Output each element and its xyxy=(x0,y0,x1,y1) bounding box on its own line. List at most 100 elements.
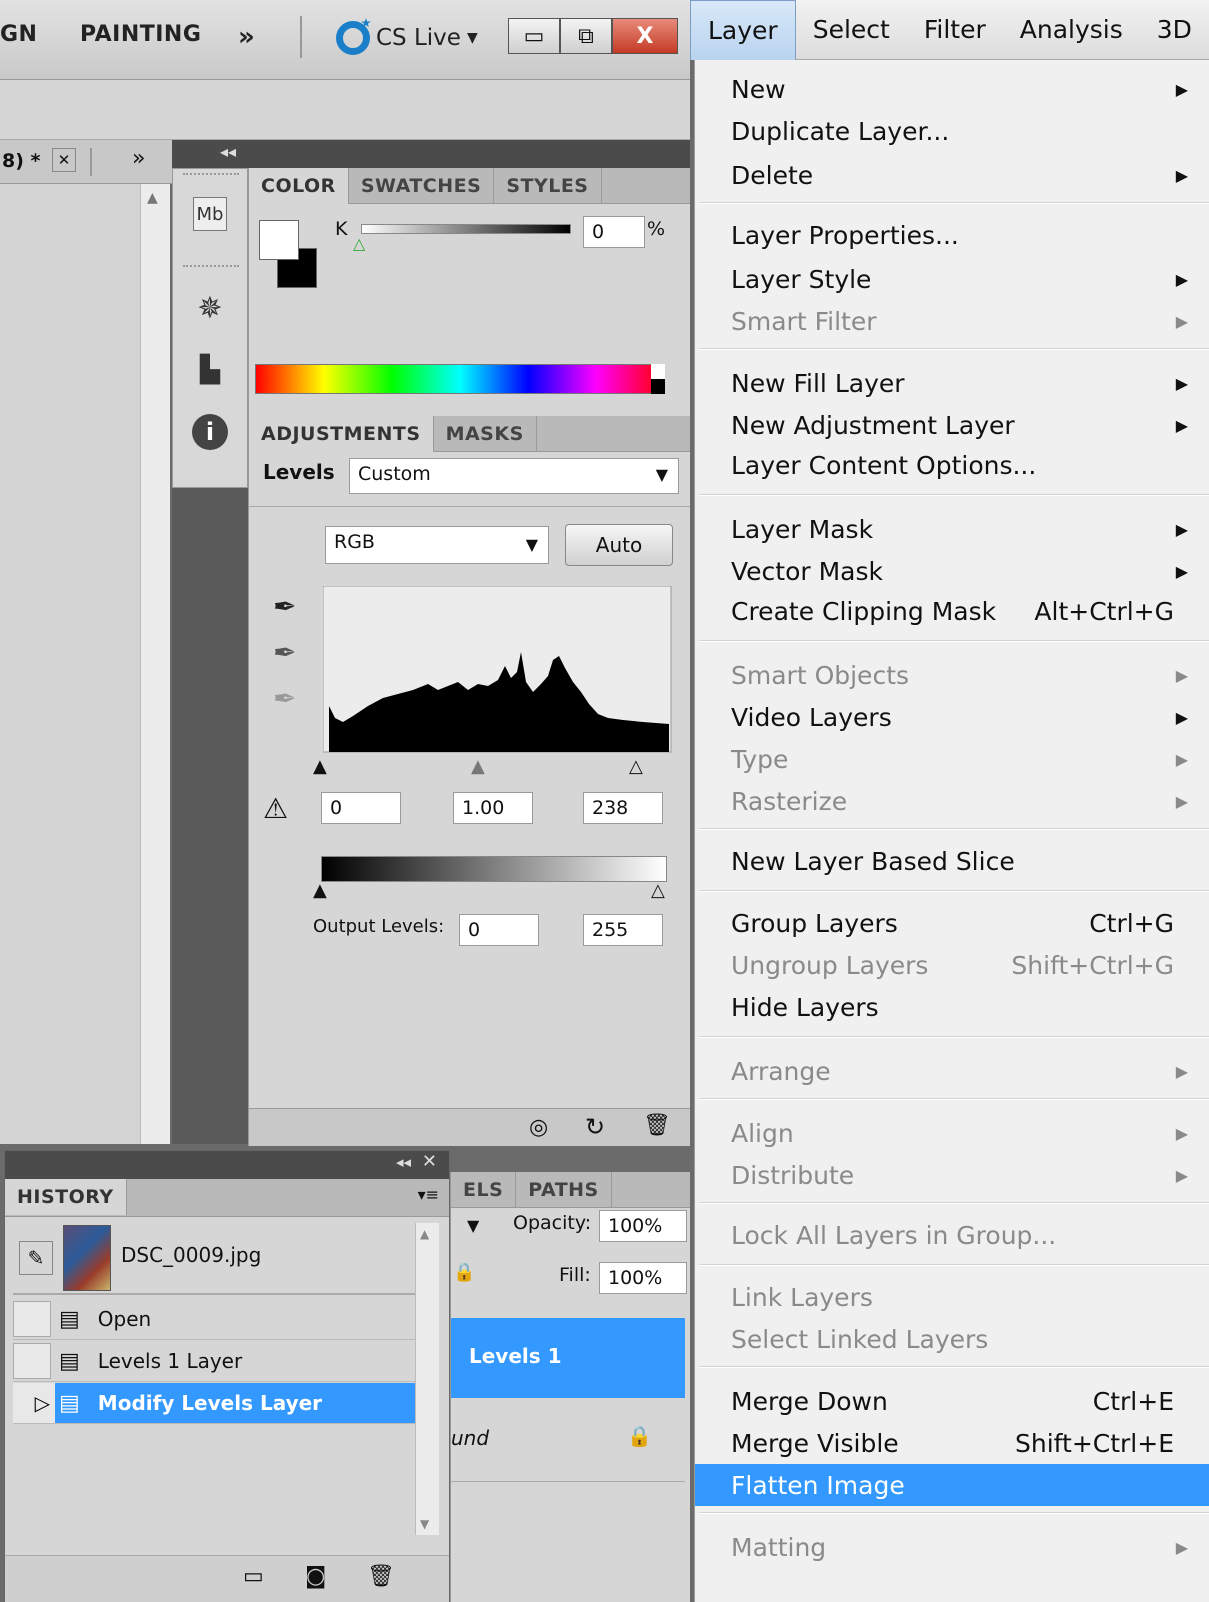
menu-item-video-layers[interactable]: Video Layers ▶ xyxy=(695,696,1209,738)
history-snapshot[interactable]: ✎ DSC_0009.jpg xyxy=(13,1223,421,1295)
menu-item-flatten-image[interactable]: Flatten Image xyxy=(695,1464,1209,1506)
layer-row[interactable]: und 🔒 xyxy=(451,1398,685,1482)
menu-item-layer-mask[interactable]: Layer Mask ▶ xyxy=(695,508,1209,550)
menu-item-vector-mask[interactable]: Vector Mask ▶ xyxy=(695,550,1209,592)
history-state-selected[interactable]: ▷ ▤ Modify Levels Layer xyxy=(13,1383,421,1424)
history-brush-icon[interactable]: ✎ xyxy=(19,1241,53,1275)
close-icon[interactable]: ✕ xyxy=(52,148,76,172)
menu-3d[interactable]: 3D xyxy=(1140,0,1209,60)
menu-item-new[interactable]: New ▶ xyxy=(695,68,1209,110)
minimize-button[interactable]: ▭ xyxy=(508,18,560,54)
output-white-field[interactable]: 255 xyxy=(583,914,663,946)
view-previous-icon[interactable]: ◎ xyxy=(529,1115,548,1140)
history-source-checkbox[interactable] xyxy=(13,1343,51,1379)
history-scrollbar[interactable]: ▲ ▼ xyxy=(415,1223,439,1535)
auto-button[interactable]: Auto xyxy=(565,524,673,566)
menu-layer[interactable]: Layer xyxy=(690,0,796,60)
restore-button[interactable]: ⧉ xyxy=(560,18,612,54)
output-black-slider-icon[interactable]: ▲ xyxy=(313,880,327,901)
panel-menu-icon[interactable]: ▾≡ xyxy=(418,1185,439,1204)
grip-icon[interactable] xyxy=(183,265,239,271)
tab-paths[interactable]: PATHS xyxy=(516,1172,612,1208)
input-black-field[interactable]: 0 xyxy=(321,792,401,824)
preset-dropdown[interactable]: Custom ▼ xyxy=(349,458,679,494)
tab-layers[interactable]: ELS xyxy=(451,1172,517,1208)
menu-item-layer-style[interactable]: Layer Style ▶ xyxy=(695,258,1209,300)
close-button[interactable]: X xyxy=(612,18,678,54)
tab-adjustments[interactable]: ADJUSTMENTS xyxy=(249,416,434,452)
input-white-field[interactable]: 238 xyxy=(583,792,663,824)
grip-icon[interactable] xyxy=(183,173,239,179)
tab-history[interactable]: HISTORY xyxy=(5,1179,127,1215)
layer-row-selected[interactable]: Levels 1 xyxy=(451,1318,685,1398)
history-source-checkbox[interactable] xyxy=(13,1301,51,1337)
input-black-slider-icon[interactable]: ▲ xyxy=(313,756,327,777)
white-point-eyedropper-icon[interactable]: ✒ xyxy=(273,682,296,715)
lock-icon[interactable]: 🔒 xyxy=(453,1262,475,1283)
navigator-icon[interactable]: ✵ xyxy=(187,285,233,331)
cs-live-button[interactable]: CS Live ▼ xyxy=(336,18,478,58)
menu-item-hide-layers[interactable]: Hide Layers xyxy=(695,986,1209,1028)
tab-styles[interactable]: STYLES xyxy=(494,168,602,204)
document-tab[interactable]: 8) * ✕ » xyxy=(0,140,172,184)
collapse-icon[interactable]: ◂◂ xyxy=(396,1153,411,1171)
menu-item-new-fill-layer[interactable]: New Fill Layer ▶ xyxy=(695,362,1209,404)
black-point-eyedropper-icon[interactable]: ✒ xyxy=(273,590,296,623)
color-ramp-bw[interactable] xyxy=(651,364,665,394)
menu-item-merge-down[interactable]: Merge Down Ctrl+E xyxy=(695,1380,1209,1422)
menu-item-new-adjustment-layer[interactable]: New Adjustment Layer ▶ xyxy=(695,404,1209,446)
menu-item-group-layers[interactable]: Group Layers Ctrl+G xyxy=(695,902,1209,944)
menu-item-duplicate-layer[interactable]: Duplicate Layer... xyxy=(695,110,1209,152)
input-gamma-slider-icon[interactable]: ▲ xyxy=(471,756,485,777)
tab-masks[interactable]: MASKS xyxy=(434,416,537,452)
workspace-tab-design[interactable]: GN xyxy=(0,22,37,47)
gray-point-eyedropper-icon[interactable]: ✒ xyxy=(273,636,296,669)
history-state[interactable]: ▤ Open xyxy=(13,1299,421,1340)
scroll-up-icon[interactable]: ▲ xyxy=(147,190,158,206)
menu-item-layer-properties[interactable]: Layer Properties... xyxy=(695,214,1209,256)
slider-thumb-icon[interactable]: △ xyxy=(353,234,365,253)
foreground-color-swatch[interactable] xyxy=(259,220,299,260)
menu-item-delete[interactable]: Delete ▶ xyxy=(695,154,1209,196)
snapshot-icon[interactable]: ◙ xyxy=(305,1564,326,1589)
output-black-field[interactable]: 0 xyxy=(459,914,539,946)
k-value-input[interactable]: 0 xyxy=(583,216,645,248)
history-state[interactable]: ▤ Levels 1 Layer xyxy=(13,1341,421,1382)
info-icon[interactable]: i xyxy=(187,409,233,455)
menu-select[interactable]: Select xyxy=(796,0,907,60)
collapse-icon[interactable]: ◂◂ xyxy=(220,142,236,161)
clipping-warning-icon[interactable]: ⚠ xyxy=(263,792,288,825)
menu-item-merge-visible[interactable]: Merge Visible Shift+Ctrl+E xyxy=(695,1422,1209,1464)
scroll-down-icon[interactable]: ▼ xyxy=(420,1517,429,1531)
menu-analysis[interactable]: Analysis xyxy=(1003,0,1140,60)
opacity-field[interactable]: 100% xyxy=(599,1210,687,1242)
menu-item-new-layer-based-slice[interactable]: New Layer Based Slice xyxy=(695,840,1209,882)
scroll-up-icon[interactable]: ▲ xyxy=(420,1227,429,1241)
fill-field[interactable]: 100% xyxy=(599,1262,687,1294)
vertical-scrollbar[interactable]: ▲ xyxy=(140,184,170,1144)
input-white-slider-icon[interactable]: △ xyxy=(629,756,643,777)
trash-icon[interactable]: 🗑 xyxy=(643,1113,671,1138)
mini-bridge-icon[interactable]: Mb xyxy=(193,197,227,231)
expand-icon[interactable]: » xyxy=(132,146,145,171)
new-document-icon[interactable]: ▭ xyxy=(243,1564,264,1589)
input-gamma-field[interactable]: 1.00 xyxy=(453,792,533,824)
close-icon[interactable]: ✕ xyxy=(422,1151,437,1172)
chevron-down-icon[interactable]: ▼ xyxy=(467,1216,479,1235)
tab-color[interactable]: COLOR xyxy=(249,168,349,204)
reset-icon[interactable]: ↻ xyxy=(585,1113,605,1141)
output-white-slider-icon[interactable]: △ xyxy=(651,880,665,901)
color-ramp[interactable] xyxy=(255,364,665,394)
menu-filter[interactable]: Filter xyxy=(907,0,1003,60)
history-state-label: Modify Levels Layer xyxy=(97,1391,323,1415)
trash-icon[interactable]: 🗑 xyxy=(367,1564,395,1589)
channel-dropdown[interactable]: RGB ▼ xyxy=(325,526,549,564)
workspace-tab-painting[interactable]: PAINTING xyxy=(80,22,201,47)
workspace-more-icon[interactable]: » xyxy=(238,22,255,52)
color-panel: COLOR SWATCHES STYLES K △ 0 % xyxy=(248,168,690,416)
menu-item-layer-content-options[interactable]: Layer Content Options... xyxy=(695,444,1209,486)
k-slider-track[interactable] xyxy=(361,224,571,234)
tab-swatches[interactable]: SWATCHES xyxy=(349,168,495,204)
menu-item-create-clipping-mask[interactable]: Create Clipping Mask Alt+Ctrl+G xyxy=(695,590,1209,632)
histogram-icon[interactable]: ▙ xyxy=(187,347,233,393)
